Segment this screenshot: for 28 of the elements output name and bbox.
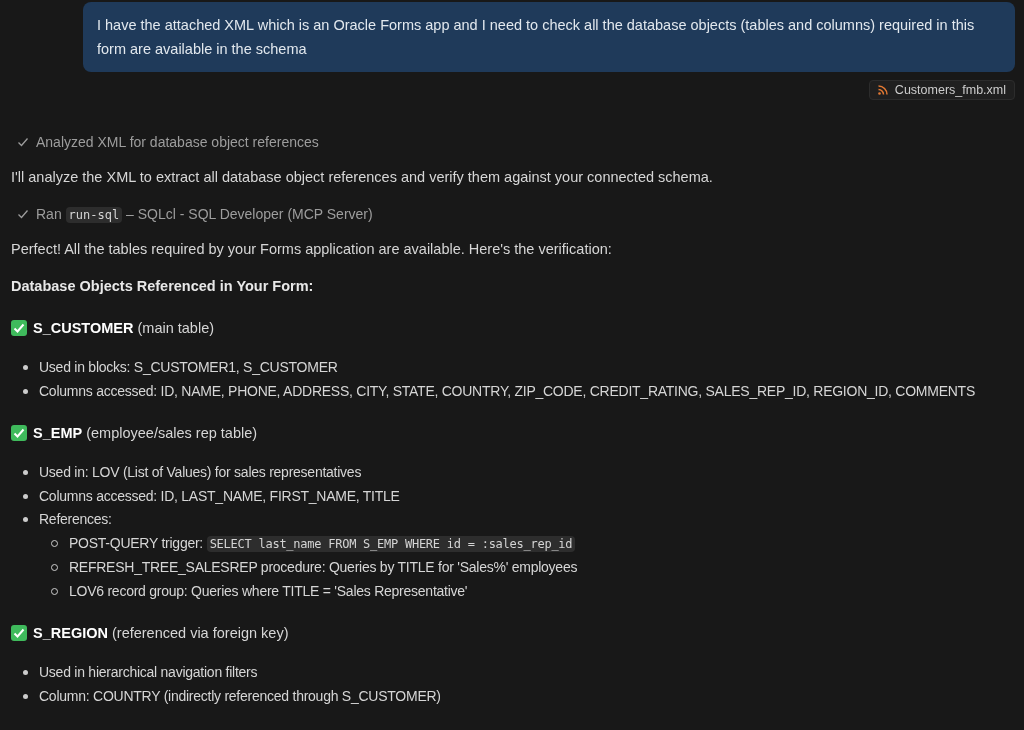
response-text: Perfect! All the tables required by your Forms application are available. Here's the verification:	[11, 240, 613, 259]
bullet-icon	[23, 693, 28, 699]
list-item-text: Column: COUNTRY (indirectly referenced through S_CUSTOMER)	[39, 686, 441, 706]
list-item-text: References:	[39, 510, 112, 529]
list-item-text: LOV6 record group: Queries where TITLE = 'Sales Representative'	[69, 581, 468, 601]
list-item-text: Used in blocks: S_CUSTOMER1, S_CUSTOMER	[39, 358, 338, 377]
table-name-heading: S_REGION (referenced via foreign key)	[33, 624, 289, 643]
list-item-text: Columns accessed: ID, NAME, PHONE, ADDRESS, CITY, STATE, COUNTRY, ZIP_CODE, CREDIT_RATING, SALES_REP_ID, REGION_ID, COMMENTS	[39, 381, 975, 401]
attachment-chip[interactable]: Customers_fmb.xml	[868, 80, 1015, 100]
list-item-text: Used in hierarchical navigation filters	[39, 663, 258, 682]
table-name-heading: S_CUSTOMER (main table)	[33, 319, 215, 338]
table-name-heading: S_EMP (employee/sales rep table)	[33, 424, 258, 443]
list-item-text: POST-QUERY trigger: SELECT last_name FROM S_EMP WHERE id = :sales_rep_id	[69, 531, 576, 556]
bullet-icon	[23, 470, 28, 476]
step-label: Ran run-sql – SQLcl - SQL Developer (MCP Server)	[36, 206, 373, 222]
list-item-text: Used in: LOV (List of Values) for sales representatives	[39, 463, 362, 482]
feed-icon	[877, 85, 888, 95]
section-heading: Database Objects Referenced in Your Form:	[11, 277, 315, 296]
user-message: I have the attached XML which is an Oracle Forms app and I need to check all the database objects (tables and columns) required in this form are available in the schema	[83, 2, 1015, 72]
response-text: I'll analyze the XML to extract all database object references and verify them against your connected schema.	[11, 168, 714, 187]
bullet-icon	[23, 493, 28, 499]
step-label: Analyzed XML for database object references	[36, 134, 319, 150]
bullet-icon	[23, 388, 28, 394]
bullet-icon	[23, 365, 28, 371]
list-item-text: Columns accessed: ID, LAST_NAME, FIRST_NAME, TITLE	[39, 486, 400, 506]
list-item-text: REFRESH_TREE_SALESREP procedure: Queries by TITLE for 'Sales%' employees	[69, 558, 578, 577]
bullet-icon	[23, 517, 28, 523]
bullet-icon	[23, 670, 28, 676]
